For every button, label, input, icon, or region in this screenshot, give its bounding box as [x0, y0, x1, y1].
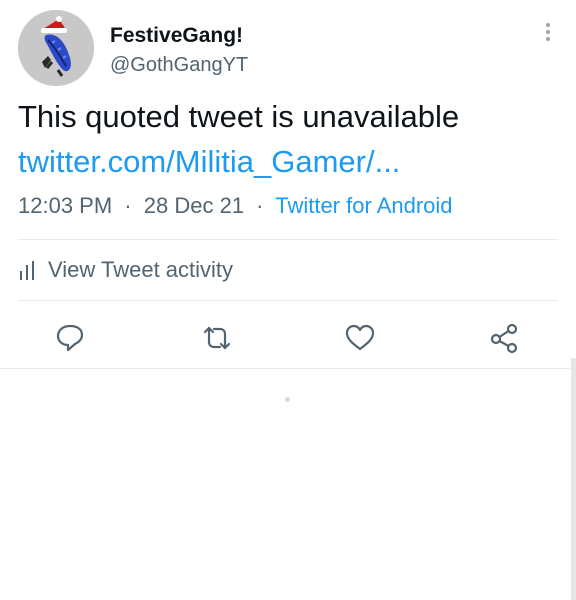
tweet-header: FestiveGang! @GothGangYT [18, 10, 558, 86]
avatar[interactable] [18, 10, 94, 86]
divider [18, 239, 558, 240]
avatar-image [18, 10, 94, 86]
view-tweet-activity-button[interactable]: View Tweet activity [18, 253, 233, 287]
retweet-button[interactable] [197, 318, 237, 358]
like-button[interactable] [340, 318, 380, 358]
tweet-time[interactable]: 12:03 PM [18, 193, 112, 218]
divider [0, 368, 576, 369]
tweet-detail-page: FestiveGang! @GothGangYT This quoted twe… [0, 0, 576, 600]
heart-icon [345, 324, 375, 351]
user-handle[interactable]: @GothGangYT [110, 54, 248, 77]
meta-separator: · [124, 193, 132, 218]
reply-icon [56, 324, 84, 352]
share-icon [490, 323, 518, 354]
meta-separator: · [256, 193, 264, 218]
display-name[interactable]: FestiveGang! [110, 24, 243, 48]
loading-indicator [285, 397, 290, 402]
tweet-source-link[interactable]: Twitter for Android [275, 193, 452, 218]
share-button[interactable] [484, 318, 524, 358]
more-vertical-icon[interactable] [538, 20, 558, 44]
tweet-link[interactable]: twitter.com/Militia_Gamer/... [18, 142, 400, 182]
reply-button[interactable] [50, 318, 90, 358]
tweet-meta: 12:03 PM · 28 Dec 21 · Twitter for Andro… [18, 193, 453, 219]
tweet-date[interactable]: 28 Dec 21 [144, 193, 244, 218]
tweet-text: This quoted tweet is unavailable [18, 99, 460, 134]
retweet-icon [203, 326, 231, 350]
scrollbar[interactable] [571, 358, 576, 600]
bar-chart-icon [20, 261, 34, 280]
view-tweet-activity-label: View Tweet activity [48, 257, 234, 282]
tweet-actions-bar [0, 318, 576, 358]
divider [18, 300, 558, 301]
